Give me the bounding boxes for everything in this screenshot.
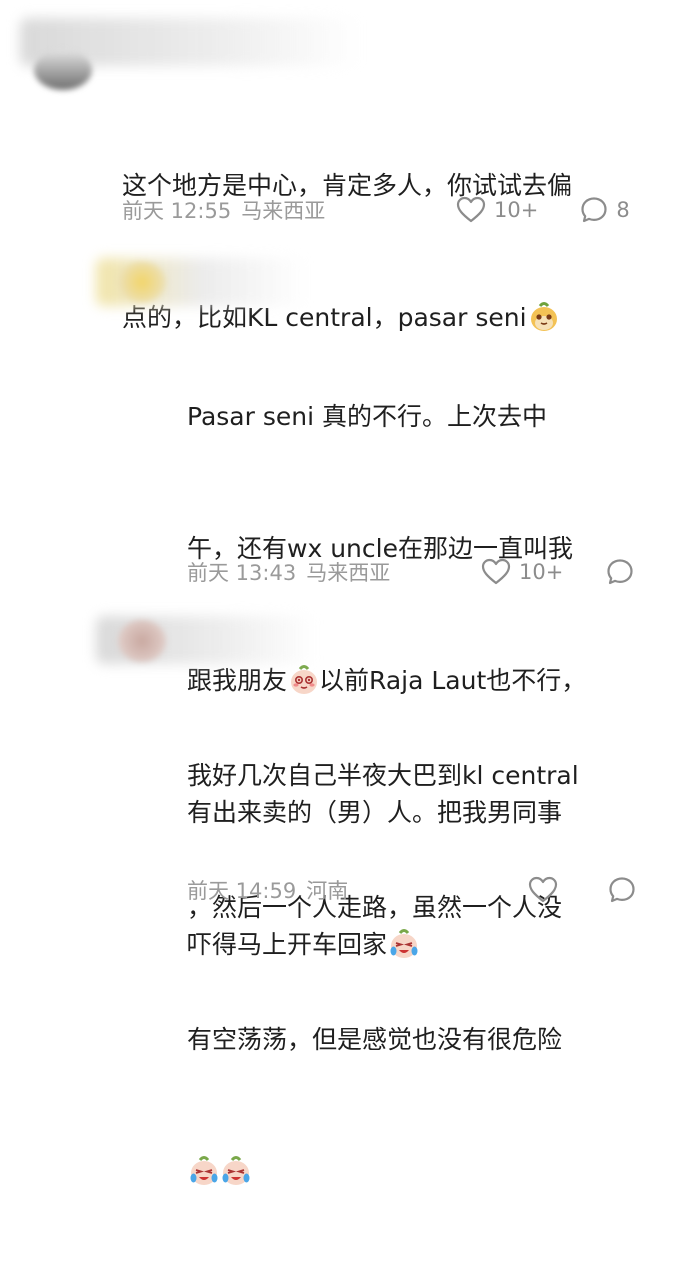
comment-actions: 10+ [481, 552, 642, 592]
like-button[interactable] [528, 876, 566, 904]
comment-text: 我好几次自己半夜大巴到kl central ，然后一个人走路，虽然一个人没 有空… [187, 666, 657, 1282]
heart-outline-icon [481, 558, 511, 586]
comment-date: 前天 12:55 [122, 199, 232, 223]
comment-line [187, 1150, 657, 1194]
heart-outline-icon [528, 876, 558, 904]
crying-face-emoji [189, 1156, 219, 1186]
comment-location: 马来西亚 [241, 199, 326, 223]
comment-meta: 前天 14:59 河南 [187, 870, 348, 910]
comment-line: Pasar seni 真的不行。上次去中 [187, 402, 547, 431]
comment-line: 我好几次自己半夜大巴到kl central [187, 761, 579, 790]
comment-actions [528, 870, 644, 910]
comment-date: 前天 13:43 [187, 561, 297, 585]
comment-2: Pasar seni 真的不行。上次去中 午，还有wx uncle在那边一直叫我… [0, 240, 676, 959]
comment-actions: 10+ 8 [456, 190, 630, 230]
reply-button[interactable]: 8 [580, 196, 630, 224]
comment-meta: 前天 12:55 马来西亚 [122, 190, 325, 230]
speech-bubble-icon [580, 196, 608, 224]
reply-count: 8 [616, 198, 630, 222]
comment-line: 有空荡荡，但是感觉也没有很危险 [187, 1025, 563, 1054]
heart-outline-icon [456, 196, 486, 224]
comment-date: 前天 14:59 [187, 879, 297, 903]
like-count: 10+ [494, 198, 539, 222]
speech-bubble-icon [608, 876, 636, 904]
comment-location: 马来西亚 [306, 561, 391, 585]
avatar[interactable] [34, 50, 92, 90]
reply-button[interactable] [606, 558, 642, 586]
comment-1: 这个地方是中心，肯定多人，你试试去偏 点的，比如KL central，pasar… [0, 0, 676, 332]
comment-3: 我好几次自己半夜大巴到kl central ，然后一个人走路，虽然一个人没 有空… [0, 600, 676, 1185]
comment-meta: 前天 13:43 马来西亚 [187, 552, 390, 592]
reply-button[interactable] [608, 876, 644, 904]
speech-bubble-icon [606, 558, 634, 586]
comment-location: 河南 [306, 879, 349, 903]
like-button[interactable]: 10+ [481, 558, 563, 586]
like-button[interactable]: 10+ [456, 196, 538, 224]
avatar[interactable] [118, 620, 166, 662]
crying-face-emoji [221, 1156, 251, 1186]
avatar[interactable] [118, 262, 166, 302]
like-count: 10+ [519, 560, 564, 584]
